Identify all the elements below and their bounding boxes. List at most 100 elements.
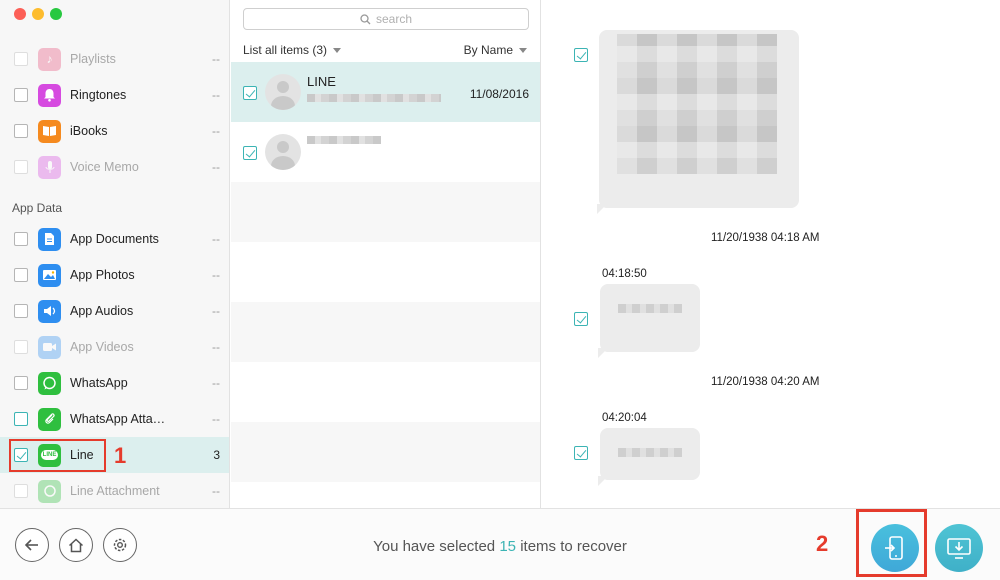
list-item[interactable]: LINE 11/08/2016 — [231, 62, 540, 122]
window-controls — [14, 8, 62, 20]
list-item[interactable] — [231, 122, 540, 182]
sidebar-item-label: App Videos — [70, 340, 134, 354]
book-icon — [38, 119, 61, 143]
message-checkbox[interactable] — [574, 48, 588, 62]
search-placeholder: search — [375, 12, 413, 26]
message-bubble — [598, 284, 700, 358]
sidebar-item-label: Playlists — [70, 52, 116, 66]
sidebar-item-count: -- — [212, 232, 220, 246]
sidebar-item-count: -- — [212, 160, 220, 174]
sidebar-item-label: iBooks — [70, 124, 108, 138]
list-header: List all items (3) By Name — [231, 36, 540, 62]
date-header: 11/20/1938 04:18 AM — [711, 232, 820, 244]
contact-name: LINE — [307, 74, 336, 89]
redacted-text — [618, 448, 682, 457]
document-icon — [38, 227, 61, 251]
sidebar-item-app-videos[interactable]: App Videos -- — [0, 329, 229, 365]
sidebar-item-whatsapp[interactable]: WhatsApp -- — [0, 365, 229, 401]
close-window-button[interactable] — [14, 8, 26, 20]
redacted-preview — [307, 94, 441, 102]
sidebar-item-label: Voice Memo — [70, 160, 139, 174]
sidebar-item-label: App Photos — [70, 268, 135, 282]
checkbox[interactable] — [14, 304, 28, 318]
sort-dropdown[interactable]: By Name — [464, 43, 527, 57]
message-time: 04:18:50 — [602, 268, 647, 280]
step1-label: 1 — [114, 443, 127, 468]
microphone-icon — [38, 155, 61, 179]
sidebar-item-label: WhatsApp Atta… — [70, 412, 166, 426]
step2-highlight-box — [856, 509, 927, 577]
checkbox[interactable] — [14, 160, 28, 174]
sidebar-item-line-attachment[interactable]: Line Attachment -- — [0, 473, 229, 508]
sidebar-item-ringtones[interactable]: Ringtones -- — [0, 77, 229, 113]
list-item-empty — [231, 182, 540, 242]
sidebar-item-count: -- — [212, 268, 220, 282]
checkbox[interactable] — [14, 88, 28, 102]
status-count: 15 — [499, 538, 517, 555]
list-item-empty — [231, 422, 540, 482]
sidebar-item-label: Ringtones — [70, 88, 127, 102]
checkbox-checked[interactable] — [243, 86, 257, 100]
message-bubble — [597, 30, 799, 214]
minimize-window-button[interactable] — [32, 8, 44, 20]
list-item-empty — [231, 362, 540, 422]
video-camera-icon — [38, 335, 61, 359]
sidebar-item-voice-memo[interactable]: Voice Memo -- — [0, 149, 229, 185]
checkbox-checked[interactable] — [243, 146, 257, 160]
photo-icon — [38, 263, 61, 287]
recover-to-computer-button[interactable] — [935, 524, 983, 572]
avatar-icon — [265, 74, 301, 110]
sidebar-item-count: -- — [212, 340, 220, 354]
status-prefix: You have selected — [373, 538, 496, 555]
avatar-icon — [265, 134, 301, 170]
list-item-empty — [231, 482, 540, 508]
checkbox[interactable] — [14, 376, 28, 390]
sidebar-item-count: -- — [212, 52, 220, 66]
bottom-toolbar: You have selected 15 items to recover 2 — [0, 508, 1000, 580]
line-attachment-icon — [38, 479, 61, 503]
zoom-window-button[interactable] — [50, 8, 62, 20]
checkbox[interactable] — [14, 484, 28, 498]
list-item-empty — [231, 242, 540, 302]
sidebar-item-count: 3 — [213, 448, 220, 462]
sidebar-item-label: WhatsApp — [70, 376, 128, 390]
sidebar-item-app-documents[interactable]: App Documents -- — [0, 221, 229, 257]
item-list-pane: search List all items (3) By Name LINE 1… — [231, 0, 541, 508]
filter-label: List all items (3) — [243, 43, 328, 57]
chevron-down-icon — [519, 48, 527, 54]
checkbox[interactable] — [14, 232, 28, 246]
checkbox[interactable] — [14, 412, 28, 426]
sidebar-item-app-photos[interactable]: App Photos -- — [0, 257, 229, 293]
checkbox[interactable] — [14, 124, 28, 138]
sidebar-item-count: -- — [212, 484, 220, 498]
speaker-icon — [38, 299, 61, 323]
filter-dropdown[interactable]: List all items (3) — [243, 43, 342, 57]
message-checkbox[interactable] — [574, 312, 588, 326]
bell-icon — [38, 83, 61, 107]
checkbox[interactable] — [14, 52, 28, 66]
redacted-text — [618, 304, 682, 313]
sort-label: By Name — [463, 43, 513, 57]
sidebar-item-playlists[interactable]: ♪ Playlists -- — [0, 41, 229, 77]
redacted-name — [307, 136, 381, 144]
step2-label: 2 — [816, 531, 829, 556]
sidebar-item-count: -- — [212, 412, 220, 426]
sidebar-item-app-audios[interactable]: App Audios -- — [0, 293, 229, 329]
checkbox[interactable] — [14, 268, 28, 282]
paperclip-icon — [38, 407, 61, 431]
playlists-icon: ♪ — [38, 47, 61, 71]
sidebar-item-count: -- — [212, 376, 220, 390]
status-suffix: items to recover — [520, 538, 627, 555]
search-input[interactable]: search — [243, 8, 529, 30]
message-date: 11/08/2016 — [469, 87, 529, 101]
sidebar-item-ibooks[interactable]: iBooks -- — [0, 113, 229, 149]
sidebar-item-label: App Audios — [70, 304, 134, 318]
step1-highlight-box — [9, 439, 106, 472]
checkbox[interactable] — [14, 340, 28, 354]
message-time: 04:20:04 — [602, 412, 647, 424]
computer-download-icon — [947, 538, 971, 559]
sidebar-item-whatsapp-attachment[interactable]: WhatsApp Atta… -- — [0, 401, 229, 437]
message-checkbox[interactable] — [574, 446, 588, 460]
section-header-app-data: App Data — [12, 201, 63, 215]
whatsapp-icon — [38, 371, 61, 395]
